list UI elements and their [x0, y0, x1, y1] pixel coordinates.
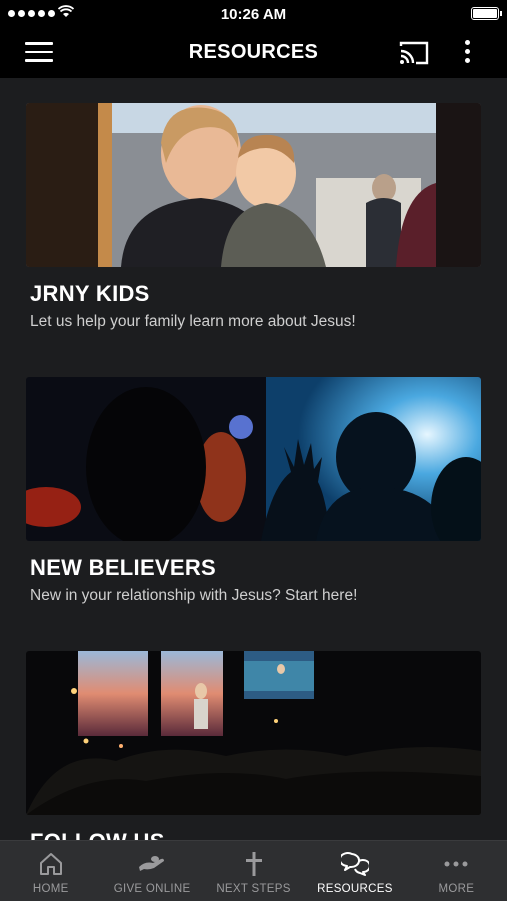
cross-icon — [245, 852, 262, 876]
tab-resources[interactable]: RESOURCES — [304, 841, 405, 901]
tab-give-online[interactable]: GIVE ONLINE — [101, 841, 202, 901]
resource-card-jrny-kids[interactable]: JRNY KIDS Let us help your family learn … — [26, 103, 481, 331]
status-time: 10:26 AM — [220, 5, 287, 23]
tab-bar: HOME GIVE ONLINE NEXT STEPS RESOURCES MO… — [0, 840, 507, 901]
tab-label: HOME — [32, 883, 69, 895]
tab-home[interactable]: HOME — [0, 841, 101, 901]
tab-more[interactable]: MORE — [406, 841, 507, 901]
tab-next-steps[interactable]: NEXT STEPS — [203, 841, 304, 901]
tab-label: NEXT STEPS — [216, 883, 291, 895]
card-title: NEW BELIEVERS — [30, 555, 217, 580]
wifi-icon — [58, 5, 74, 17]
cast-icon[interactable] — [398, 40, 430, 66]
tab-label: MORE — [438, 883, 475, 895]
card-title: JRNY KIDS — [30, 281, 150, 306]
battery-icon — [471, 7, 502, 20]
new-believers-image — [26, 377, 481, 541]
jrny-kids-image — [26, 103, 481, 267]
tab-label: GIVE ONLINE — [113, 883, 191, 895]
card-subtitle: Let us help your family learn more about… — [30, 313, 356, 330]
signal-icon — [8, 10, 55, 17]
follow-us-image — [26, 651, 481, 815]
more-options-icon[interactable] — [462, 40, 472, 66]
status-bar: 10:26 AM — [0, 0, 507, 28]
header-bar: RESOURCES — [0, 28, 507, 78]
chat-bubbles-icon — [340, 852, 369, 876]
page-title: RESOURCES — [188, 41, 319, 63]
card-subtitle: New in your relationship with Jesus? Sta… — [30, 587, 358, 604]
home-icon — [39, 853, 62, 875]
resource-card-follow-us[interactable]: FOLLOW US — [26, 651, 481, 855]
resource-card-new-believers[interactable]: NEW BELIEVERS New in your relationship w… — [26, 377, 481, 605]
give-hand-icon — [139, 856, 165, 871]
tab-label: RESOURCES — [317, 883, 393, 895]
more-dots-icon — [444, 861, 468, 867]
